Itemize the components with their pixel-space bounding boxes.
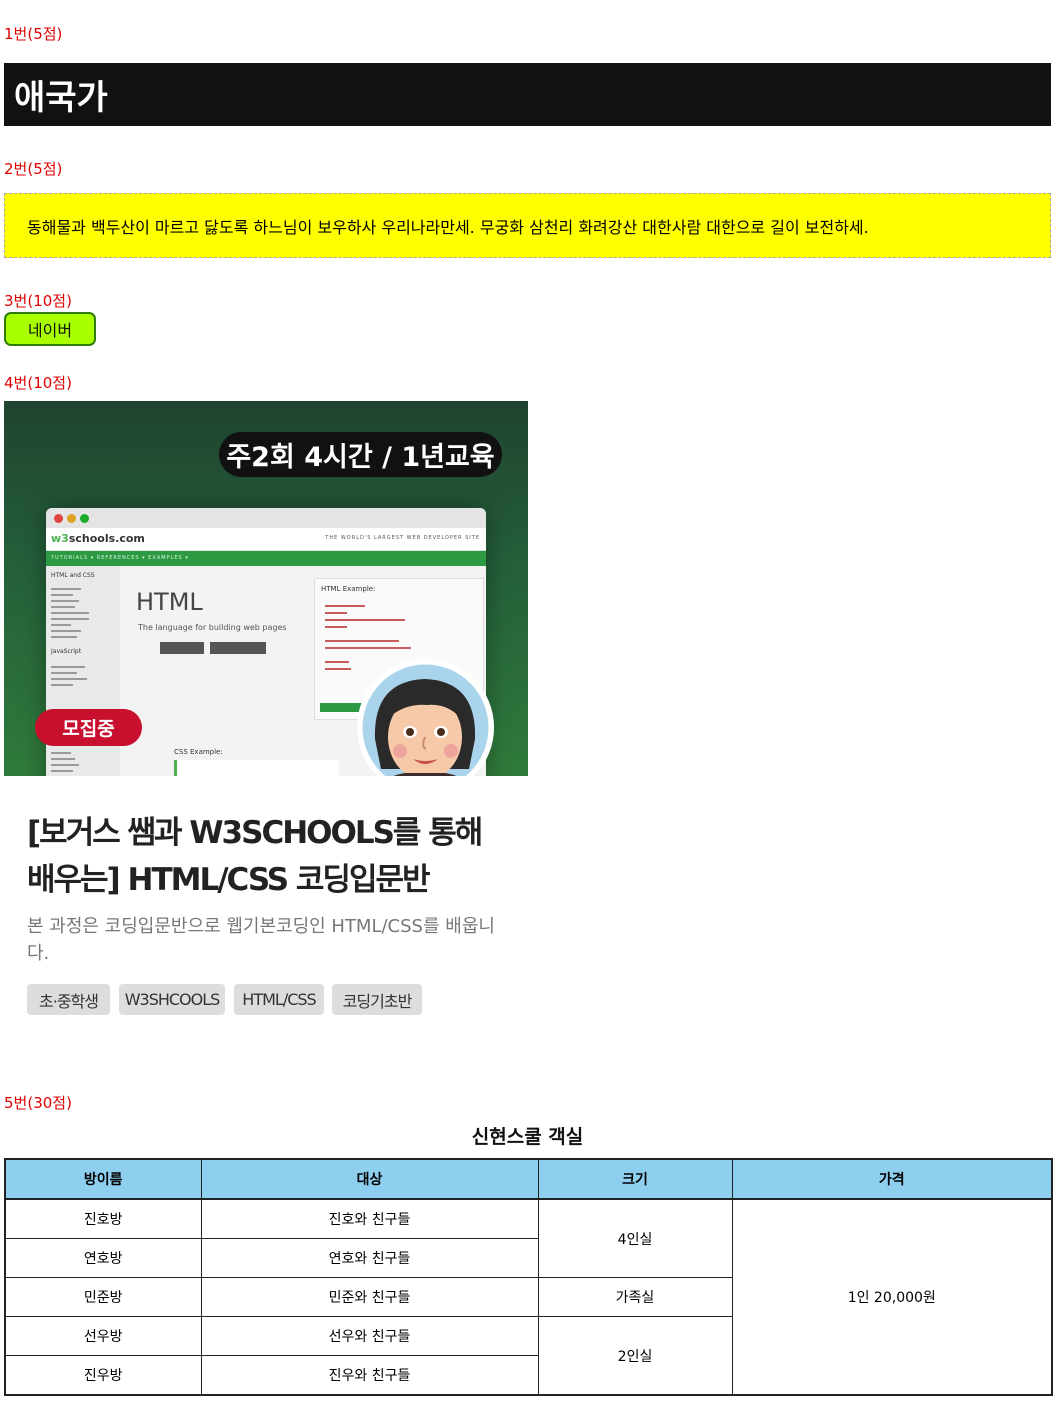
table-title: 신현스쿨 객실	[471, 1126, 584, 1148]
example-title: HTML Example:	[321, 585, 376, 593]
w3-nav: TUTORIALS ▾ REFERENCES ▾ EXAMPLES ▾	[46, 551, 486, 566]
column-header: 크기	[537, 1158, 733, 1200]
w3schools-logo: w3schools.com	[51, 532, 145, 545]
column-header: 가격	[731, 1158, 1053, 1200]
target-cell: 진우와 친구들	[200, 1355, 539, 1396]
size-cell: 가족실	[537, 1277, 733, 1317]
w3-main-title: HTML	[136, 588, 203, 616]
question-1-label: 1번(5점)	[4, 25, 63, 43]
lyrics-text: 동해물과 백두산이 마르고 닳도록 하느님이 보우하사 우리나라만세. 무궁화 …	[27, 217, 869, 237]
close-dot-icon	[54, 514, 63, 523]
lyrics-box: 동해물과 백두산이 마르고 닳도록 하느님이 보우하사 우리나라만세. 무궁화 …	[4, 193, 1051, 258]
side-heading-javascript: JavaScript	[51, 648, 82, 655]
question-5-label: 5번(30점)	[4, 1094, 72, 1112]
recruiting-badge: 모집중	[35, 709, 142, 746]
course-card[interactable]: 주2회 4시간 / 1년교육 w3schools.com THE WORLD'S…	[4, 401, 528, 1021]
size-cell: 4인실	[537, 1198, 733, 1278]
room-name-cell: 진우방	[4, 1355, 202, 1396]
course-thumbnail[interactable]: 주2회 4시간 / 1년교육 w3schools.com THE WORLD'S…	[4, 401, 528, 776]
room-name-cell: 선우방	[4, 1316, 202, 1356]
target-cell: 민준와 친구들	[200, 1277, 539, 1317]
tag-item[interactable]: 초·중학생	[27, 984, 110, 1015]
room-name-cell: 민준방	[4, 1277, 202, 1317]
target-cell: 선우와 친구들	[200, 1316, 539, 1356]
css-example-title: CSS Example:	[174, 748, 223, 756]
naver-button[interactable]: 네이버	[4, 312, 96, 346]
target-cell: 연호와 친구들	[200, 1238, 539, 1278]
maximize-dot-icon	[80, 514, 89, 523]
rooms-table: 방이름 대상 크기 가격 진호방 진호와 친구들 4인실 1인 20,000원 …	[4, 1158, 1053, 1396]
schedule-badge: 주2회 4시간 / 1년교육	[219, 432, 502, 477]
column-header: 대상	[200, 1158, 539, 1200]
room-name-cell: 연호방	[4, 1238, 202, 1278]
question-3-label: 3번(10점)	[4, 292, 72, 310]
room-name-cell: 진호방	[4, 1198, 202, 1239]
column-header: 방이름	[4, 1158, 202, 1200]
tag-item[interactable]: W3SHCOOLS	[119, 984, 225, 1015]
target-cell: 진호와 친구들	[200, 1198, 539, 1239]
table-header-row: 방이름 대상 크기 가격	[4, 1158, 1053, 1200]
browser-bar	[46, 508, 486, 528]
w3-tagline: THE WORLD'S LARGEST WEB DEVELOPER SITE	[325, 535, 480, 541]
minimize-dot-icon	[67, 514, 76, 523]
tag-item[interactable]: 코딩기초반	[332, 984, 422, 1015]
course-title[interactable]: [보거스 쌤과 W3SCHOOLS를 통해 배우는] HTML/CSS 코딩입문…	[27, 810, 507, 904]
size-cell: 2인실	[537, 1316, 733, 1396]
table-row: 진호방 진호와 친구들 4인실 1인 20,000원	[4, 1198, 1053, 1396]
anthem-heading: 애국가	[4, 63, 1051, 126]
side-heading-html-css: HTML and CSS	[51, 572, 95, 579]
price-cell: 1인 20,000원	[731, 1198, 1053, 1396]
w3-main-subtitle: The language for building web pages	[138, 623, 287, 632]
question-2-label: 2번(5점)	[4, 160, 63, 178]
course-description: 본 과정은 코딩입문반으로 웹기본코딩인 HTML/CSS를 배웁니다.	[27, 916, 495, 964]
w3-header: w3schools.com THE WORLD'S LARGEST WEB DE…	[46, 528, 486, 551]
tag-item[interactable]: HTML/CSS	[234, 984, 324, 1015]
question-4-label: 4번(10점)	[4, 374, 72, 392]
